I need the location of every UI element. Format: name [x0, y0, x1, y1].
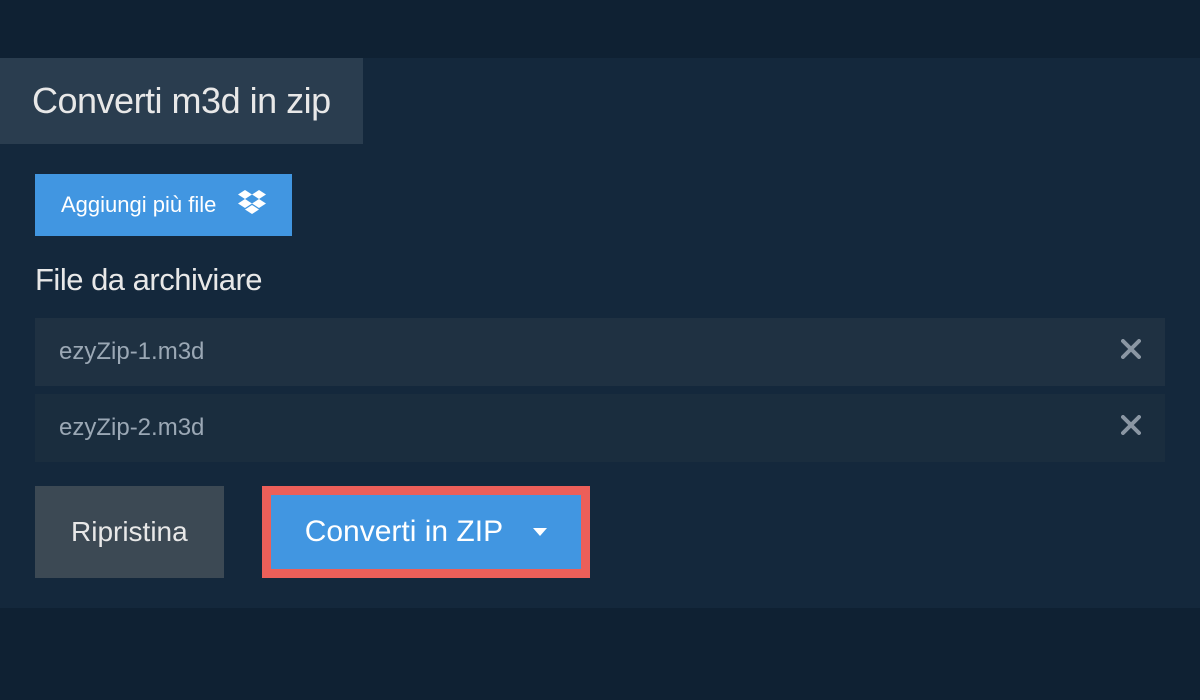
convert-button[interactable]: Converti in ZIP — [271, 495, 581, 569]
add-files-label: Aggiungi più file — [61, 192, 216, 218]
tab-convert[interactable]: Converti m3d in zip — [0, 58, 363, 144]
file-name: ezyZip-1.m3d — [59, 338, 204, 366]
dropbox-icon — [238, 190, 266, 220]
header-spacer — [0, 0, 1200, 58]
file-list: ezyZip-1.m3d ezyZip-2.m3d — [35, 318, 1165, 462]
action-buttons: Ripristina Converti in ZIP — [35, 486, 1165, 578]
convert-label: Converti in ZIP — [305, 515, 503, 549]
tab-container: Converti m3d in zip Aggiungi più file Fi… — [0, 58, 1200, 608]
file-item: ezyZip-2.m3d — [35, 394, 1165, 462]
tab-title: Converti m3d in zip — [32, 80, 331, 121]
reset-button[interactable]: Ripristina — [35, 486, 224, 578]
file-item: ezyZip-1.m3d — [35, 318, 1165, 386]
convert-button-highlight: Converti in ZIP — [262, 486, 590, 578]
add-more-files-button[interactable]: Aggiungi più file — [35, 174, 292, 236]
file-name: ezyZip-2.m3d — [59, 414, 204, 442]
caret-down-icon — [533, 528, 547, 536]
close-icon[interactable] — [1121, 338, 1141, 366]
reset-label: Ripristina — [71, 516, 188, 547]
close-icon[interactable] — [1121, 414, 1141, 442]
content-panel: Aggiungi più file File da archiviare ezy… — [0, 144, 1200, 608]
footer-bar — [0, 680, 1200, 700]
section-title: File da archiviare — [35, 262, 1165, 298]
